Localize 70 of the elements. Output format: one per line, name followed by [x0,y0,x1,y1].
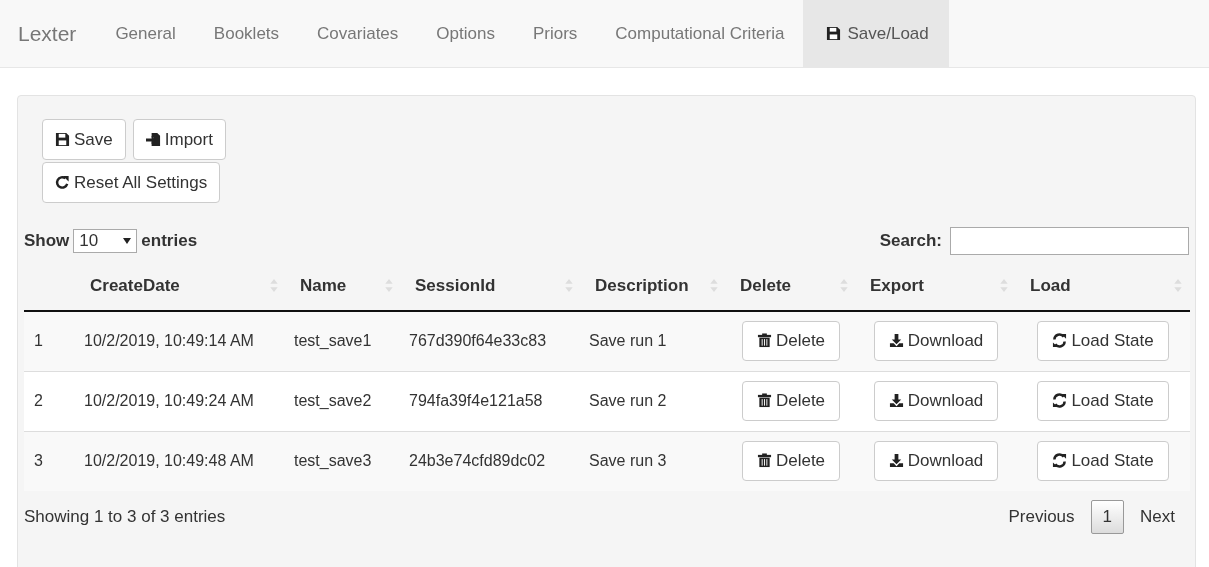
table-cell: 10/2/2019, 10:49:14 AM [84,332,254,350]
toolbar-button[interactable]: Reset All Settings [42,162,221,203]
download-icon [888,333,904,349]
page-button[interactable]: 1 [1090,500,1125,534]
search-label: Search: [879,231,942,251]
nav-tab[interactable]: Save/Load [803,0,949,67]
column-header[interactable]: Load [1030,275,1071,296]
file-arrow-icon [145,131,161,147]
table-cell: 794fa39f4e121a58 [409,392,543,409]
table-cell: 767d390f64e33c83 [409,332,547,350]
table-cell: 10/2/2019, 10:49:24 AM [84,392,254,409]
row-action-button[interactable]: Delete [741,441,841,482]
sort-icon[interactable] [270,279,278,292]
row-action-button[interactable]: Download [873,441,999,482]
entries-dropdown[interactable]: 10 [73,229,138,253]
row-action-button[interactable]: Load State [1037,441,1169,482]
nav-tab[interactable]: Computational Criteria [596,0,804,67]
entries-info: Showing 1 to 3 of 3 entries [24,507,226,527]
nav-tab[interactable]: Booklets [194,0,299,67]
sort-icon[interactable] [1000,279,1008,292]
table-cell: 1 [34,332,43,350]
nav-tab[interactable]: General [96,0,195,67]
table-cell: 24b3e74cfd89dc02 [409,452,546,470]
download-icon [888,393,904,408]
sort-icon[interactable] [710,279,718,292]
nav-tab[interactable]: Priors [513,0,597,67]
row-action-button[interactable]: Load State [1037,321,1169,362]
toolbar-button[interactable]: Import [132,119,226,160]
nav-tab[interactable]: Covariates [298,0,418,67]
table-cell: Save run 3 [589,452,667,470]
sort-icon[interactable] [840,279,848,292]
trash-icon [756,393,772,408]
search-field[interactable] [950,227,1189,255]
sort-icon[interactable] [1174,279,1182,292]
table-cell: Save run 2 [589,392,667,409]
table-cell: test_save3 [294,452,372,470]
brand-title: Lexter [18,20,78,47]
sort-icon[interactable] [565,279,573,292]
table-cell: test_save2 [294,392,372,409]
caret-icon [123,238,132,244]
refresh-icon [1052,393,1068,408]
next-link[interactable]: Next [1126,499,1189,535]
column-header[interactable]: Delete [740,275,792,296]
row-action-button[interactable]: Download [873,321,999,362]
sort-icon[interactable] [385,279,393,292]
trash-icon [756,453,772,469]
previous-link[interactable]: Previous [994,499,1089,535]
table-cell: 2 [34,392,43,409]
nav-tab[interactable]: Options [417,0,514,67]
show-label: Show [24,231,70,251]
row-action-button[interactable]: Delete [741,321,841,362]
table-cell: 10/2/2019, 10:49:48 AM [84,452,254,470]
column-header[interactable]: Export [870,275,924,296]
table-cell: Save run 1 [589,332,667,350]
circular-arrow-icon [55,174,70,190]
refresh-icon [1052,453,1068,469]
refresh-icon [1052,333,1068,349]
column-header[interactable]: Name [300,275,347,296]
row-action-button[interactable]: Load State [1037,381,1169,421]
column-header[interactable]: SessionId [415,275,496,296]
table-cell: 3 [34,452,43,470]
column-header[interactable]: CreateDate [90,275,180,296]
trash-icon [756,333,772,349]
column-header[interactable]: Description [595,275,689,296]
table-cell: test_save1 [294,332,372,350]
entries-label: entries [141,231,198,251]
download-icon [888,453,904,469]
row-action-button[interactable]: Delete [741,381,841,421]
toolbar-button[interactable]: Save [42,119,126,160]
row-action-button[interactable]: Download [873,381,999,421]
